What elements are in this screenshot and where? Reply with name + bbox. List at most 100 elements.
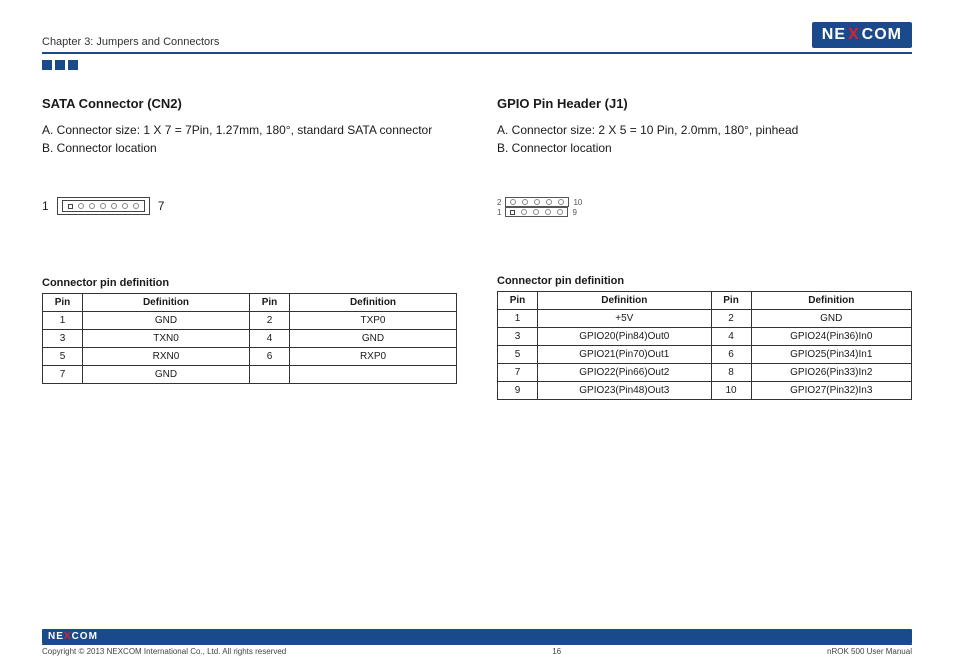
gpio-top-row bbox=[505, 197, 569, 207]
chapter-title: Chapter 3: Jumpers and Connectors bbox=[42, 36, 219, 48]
brand-post: COM bbox=[862, 26, 902, 44]
table-header-row: Pin Definition Pin Definition bbox=[43, 294, 457, 312]
cell: GPIO27(Pin32)In3 bbox=[751, 382, 911, 400]
sata-connector-diagram: 1 7 bbox=[42, 197, 457, 215]
pin-icon bbox=[89, 203, 95, 209]
gpio-header-diagram: 2 10 1 bbox=[497, 197, 912, 217]
cell: 4 bbox=[711, 328, 751, 346]
sata-title: SATA Connector (CN2) bbox=[42, 96, 457, 111]
th-pin: Pin bbox=[43, 294, 83, 312]
cell: 2 bbox=[250, 312, 290, 330]
pin-icon bbox=[534, 199, 540, 205]
pin-1-icon bbox=[68, 204, 73, 209]
cell: GND bbox=[290, 330, 457, 348]
pin-1-icon bbox=[510, 210, 515, 215]
cell: +5V bbox=[538, 310, 712, 328]
cell: GND bbox=[83, 366, 250, 384]
th-pin: Pin bbox=[250, 294, 290, 312]
pin-icon bbox=[100, 203, 106, 209]
pin-icon bbox=[111, 203, 117, 209]
manual-title: nROK 500 User Manual bbox=[827, 647, 912, 656]
cell: 7 bbox=[498, 364, 538, 382]
gpio-line-a: A. Connector size: 2 X 5 = 10 Pin, 2.0mm… bbox=[497, 121, 912, 139]
pin-icon bbox=[522, 199, 528, 205]
cell: RXP0 bbox=[290, 348, 457, 366]
cell: 5 bbox=[43, 348, 83, 366]
brand-x: X bbox=[848, 26, 860, 44]
table-row: 7 GND bbox=[43, 366, 457, 384]
cell: GPIO21(Pin70)Out1 bbox=[538, 346, 712, 364]
table-row: 5 GPIO21(Pin70)Out1 6 GPIO25(Pin34)In1 bbox=[498, 346, 912, 364]
brand-pre: NE bbox=[48, 631, 64, 642]
table-row: 3 GPIO20(Pin84)Out0 4 GPIO24(Pin36)In0 bbox=[498, 328, 912, 346]
cell: GPIO20(Pin84)Out0 bbox=[538, 328, 712, 346]
sata-desc: A. Connector size: 1 X 7 = 7Pin, 1.27mm,… bbox=[42, 121, 457, 157]
cell: 3 bbox=[498, 328, 538, 346]
cell: GND bbox=[751, 310, 911, 328]
gpio-bottom-row bbox=[505, 207, 568, 217]
decorative-squares bbox=[42, 60, 912, 70]
table-row: 9 GPIO23(Pin48)Out3 10 GPIO27(Pin32)In3 bbox=[498, 382, 912, 400]
table-row: 1 GND 2 TXP0 bbox=[43, 312, 457, 330]
th-def: Definition bbox=[290, 294, 457, 312]
gpio-row-label: 9 bbox=[572, 208, 576, 217]
gpio-row-label: 2 bbox=[497, 198, 501, 207]
cell: 3 bbox=[43, 330, 83, 348]
sata-table-title: Connector pin definition bbox=[42, 277, 457, 289]
cell: GPIO25(Pin34)In1 bbox=[751, 346, 911, 364]
gpio-desc: A. Connector size: 2 X 5 = 10 Pin, 2.0mm… bbox=[497, 121, 912, 157]
sata-pin-start: 1 bbox=[42, 199, 49, 213]
header-rule bbox=[42, 52, 912, 54]
table-header-row: Pin Definition Pin Definition bbox=[498, 292, 912, 310]
cell: 7 bbox=[43, 366, 83, 384]
cell: GND bbox=[83, 312, 250, 330]
cell: 6 bbox=[250, 348, 290, 366]
cell: GPIO23(Pin48)Out3 bbox=[538, 382, 712, 400]
th-pin: Pin bbox=[498, 292, 538, 310]
gpio-pin-table: Pin Definition Pin Definition 1 +5V 2 GN… bbox=[497, 291, 912, 400]
table-row: 3 TXN0 4 GND bbox=[43, 330, 457, 348]
cell: TXP0 bbox=[290, 312, 457, 330]
footer-rule bbox=[42, 644, 912, 645]
pin-icon bbox=[557, 209, 563, 215]
gpio-row-label: 10 bbox=[573, 198, 582, 207]
footer-logo: NEXCOM bbox=[42, 629, 912, 644]
th-def: Definition bbox=[751, 292, 911, 310]
pin-icon bbox=[133, 203, 139, 209]
th-def: Definition bbox=[538, 292, 712, 310]
sata-pin-row bbox=[62, 200, 145, 212]
pin-icon bbox=[510, 199, 516, 205]
sata-line-a: A. Connector size: 1 X 7 = 7Pin, 1.27mm,… bbox=[42, 121, 457, 139]
cell: GPIO22(Pin66)Out2 bbox=[538, 364, 712, 382]
gpio-line-b: B. Connector location bbox=[497, 139, 912, 157]
gpio-title: GPIO Pin Header (J1) bbox=[497, 96, 912, 111]
th-pin: Pin bbox=[711, 292, 751, 310]
brand-post: COM bbox=[72, 631, 98, 642]
cell: GPIO24(Pin36)In0 bbox=[751, 328, 911, 346]
cell bbox=[250, 366, 290, 384]
gpio-row-label: 1 bbox=[497, 208, 501, 217]
cell: 8 bbox=[711, 364, 751, 382]
pin-icon bbox=[533, 209, 539, 215]
cell: TXN0 bbox=[83, 330, 250, 348]
cell bbox=[290, 366, 457, 384]
page-number: 16 bbox=[552, 647, 561, 656]
pin-icon bbox=[521, 209, 527, 215]
cell: 1 bbox=[43, 312, 83, 330]
pin-icon bbox=[545, 209, 551, 215]
pin-icon bbox=[546, 199, 552, 205]
cell: 2 bbox=[711, 310, 751, 328]
cell: 1 bbox=[498, 310, 538, 328]
sata-outline bbox=[57, 197, 150, 215]
brand-pre: NE bbox=[822, 26, 846, 44]
cell: 10 bbox=[711, 382, 751, 400]
brand-x: X bbox=[64, 631, 72, 642]
page-footer: NEXCOM Copyright © 2013 NEXCOM Internati… bbox=[42, 629, 912, 656]
table-row: 5 RXN0 6 RXP0 bbox=[43, 348, 457, 366]
cell: RXN0 bbox=[83, 348, 250, 366]
sata-pin-table: Pin Definition Pin Definition 1 GND 2 TX… bbox=[42, 293, 457, 384]
table-row: 7 GPIO22(Pin66)Out2 8 GPIO26(Pin33)In2 bbox=[498, 364, 912, 382]
th-def: Definition bbox=[83, 294, 250, 312]
copyright-text: Copyright © 2013 NEXCOM International Co… bbox=[42, 647, 286, 656]
cell: GPIO26(Pin33)In2 bbox=[751, 364, 911, 382]
